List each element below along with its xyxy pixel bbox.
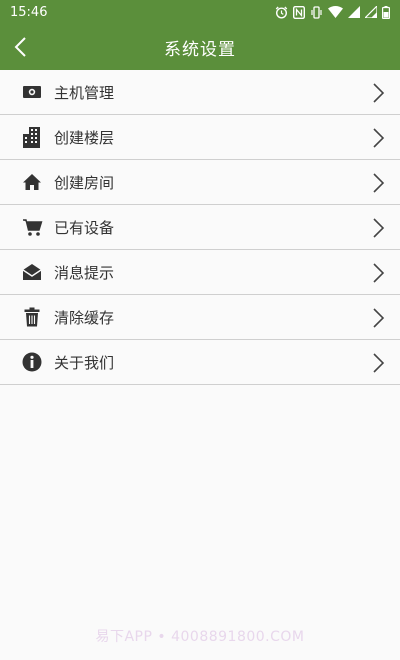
status-icons xyxy=(275,5,390,19)
home-icon xyxy=(21,171,43,193)
status-bar: 15:46 xyxy=(0,0,400,24)
vibrate-icon xyxy=(310,5,323,19)
menu-item-label: 创建房间 xyxy=(54,173,115,192)
menu-item-label: 已有设备 xyxy=(54,218,115,237)
chevron-right-icon xyxy=(373,218,385,238)
nfc-icon xyxy=(293,5,305,19)
cart-icon xyxy=(21,216,43,238)
menu-item-existing-devices[interactable]: 已有设备 xyxy=(0,205,400,250)
chevron-right-icon xyxy=(373,353,385,373)
host-icon xyxy=(21,81,43,103)
menu-item-clear-cache[interactable]: 清除缓存 xyxy=(0,295,400,340)
page-title: 系统设置 xyxy=(164,39,236,60)
app-bar: 系统设置 xyxy=(0,24,400,70)
signal-icon xyxy=(348,6,360,18)
watermark: 易下APP • 4008891800.COM xyxy=(95,629,305,645)
wifi-icon xyxy=(328,6,343,18)
menu-item-label: 消息提示 xyxy=(54,263,115,282)
back-arrow-icon xyxy=(14,37,26,57)
signal-icon-2 xyxy=(365,6,377,18)
info-icon xyxy=(21,351,43,373)
chevron-right-icon xyxy=(373,308,385,328)
menu-item-host-management[interactable]: 主机管理 xyxy=(0,70,400,115)
chevron-right-icon xyxy=(373,128,385,148)
back-button[interactable] xyxy=(2,24,38,70)
chevron-right-icon xyxy=(373,173,385,193)
chevron-right-icon xyxy=(373,263,385,283)
settings-menu: 主机管理 创建楼层 创建房间 已有设备 消息提示 清除缓存 关于我们 xyxy=(0,70,400,385)
alarm-icon xyxy=(275,6,288,19)
chevron-right-icon xyxy=(373,83,385,103)
menu-item-create-room[interactable]: 创建房间 xyxy=(0,160,400,205)
envelope-icon xyxy=(21,261,43,283)
building-icon xyxy=(21,126,43,148)
menu-item-label: 清除缓存 xyxy=(54,308,115,327)
status-time: 15:46 xyxy=(10,4,48,20)
battery-icon xyxy=(382,5,390,19)
menu-item-about-us[interactable]: 关于我们 xyxy=(0,340,400,385)
menu-item-label: 关于我们 xyxy=(54,353,115,372)
trash-icon xyxy=(21,306,43,328)
menu-item-create-floor[interactable]: 创建楼层 xyxy=(0,115,400,160)
menu-item-label: 主机管理 xyxy=(54,83,115,102)
menu-item-notifications[interactable]: 消息提示 xyxy=(0,250,400,295)
menu-item-label: 创建楼层 xyxy=(54,128,115,147)
